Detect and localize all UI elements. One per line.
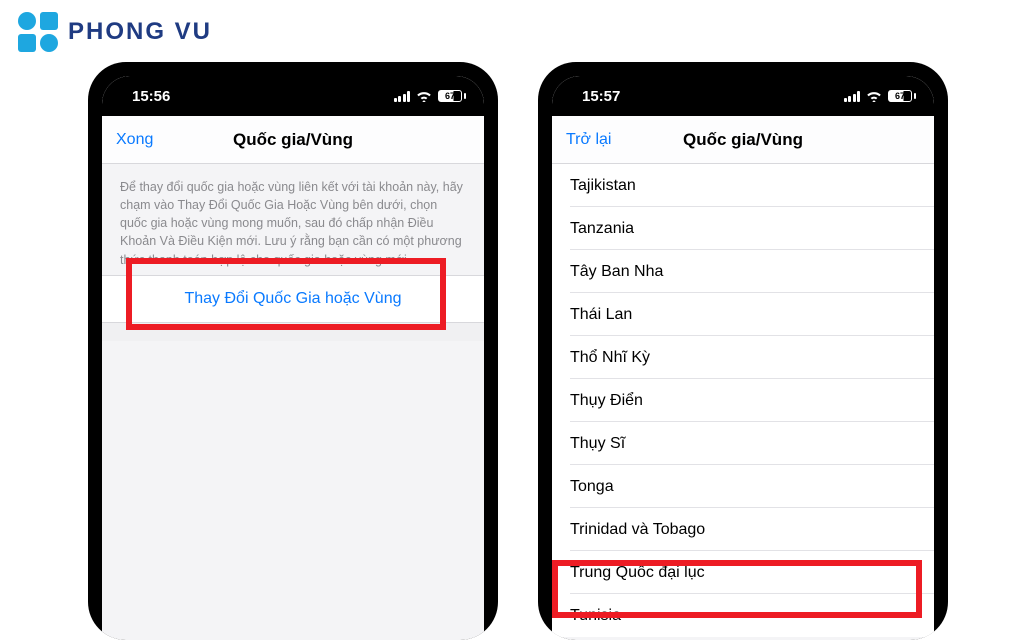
status-bar: 15:57 67 xyxy=(552,76,934,116)
cellular-icon xyxy=(844,91,861,102)
section-gap xyxy=(102,323,484,341)
country-item[interactable]: Tajikistan xyxy=(552,164,934,207)
battery-icon: 67 xyxy=(888,90,916,102)
nav-title: Quốc gia/Vùng xyxy=(683,130,803,150)
country-item[interactable]: Trinidad và Tobago xyxy=(552,508,934,551)
cellular-icon xyxy=(394,91,411,102)
status-bar: 15:56 67 xyxy=(102,76,484,116)
change-country-button[interactable]: Thay Đổi Quốc Gia hoặc Vùng xyxy=(102,275,484,323)
battery-level: 67 xyxy=(888,90,912,102)
country-item[interactable]: Thổ Nhĩ Kỳ xyxy=(552,336,934,379)
country-item[interactable]: Thụy Điển xyxy=(552,379,934,422)
brand-logo: PHONG VU xyxy=(18,12,212,52)
nav-bar: Xong Quốc gia/Vùng xyxy=(102,116,484,164)
country-list[interactable]: TajikistanTanzaniaTây Ban NhaThái LanThổ… xyxy=(552,164,934,637)
wifi-icon xyxy=(416,90,432,102)
phone-mockup-left: 15:56 67 Xong Quốc gia/Vùng Để thay đổi … xyxy=(88,62,498,640)
country-item[interactable]: Tây Ban Nha xyxy=(552,250,934,293)
status-time: 15:56 xyxy=(132,88,170,105)
help-text: Để thay đổi quốc gia hoặc vùng liên kết … xyxy=(102,164,484,275)
country-item[interactable]: Trung Quốc đại lục xyxy=(552,551,934,594)
country-item[interactable]: Tanzania xyxy=(552,207,934,250)
nav-title: Quốc gia/Vùng xyxy=(233,130,353,150)
country-item[interactable]: Thái Lan xyxy=(552,293,934,336)
brand-name: PHONG VU xyxy=(68,18,212,46)
country-item[interactable]: Thụy Sĩ xyxy=(552,422,934,465)
country-item[interactable]: Tunisia xyxy=(552,594,934,637)
brand-logo-mark xyxy=(18,12,58,52)
wifi-icon xyxy=(866,90,882,102)
battery-level: 67 xyxy=(438,90,462,102)
nav-back-button[interactable]: Trở lại xyxy=(566,131,611,149)
nav-bar: Trở lại Quốc gia/Vùng xyxy=(552,116,934,164)
status-time: 15:57 xyxy=(582,88,620,105)
nav-done-button[interactable]: Xong xyxy=(116,131,153,149)
country-item[interactable]: Tonga xyxy=(552,465,934,508)
battery-icon: 67 xyxy=(438,90,466,102)
phone-mockup-right: 15:57 67 Trở lại Quốc gia/Vùng Tajikista… xyxy=(538,62,948,640)
